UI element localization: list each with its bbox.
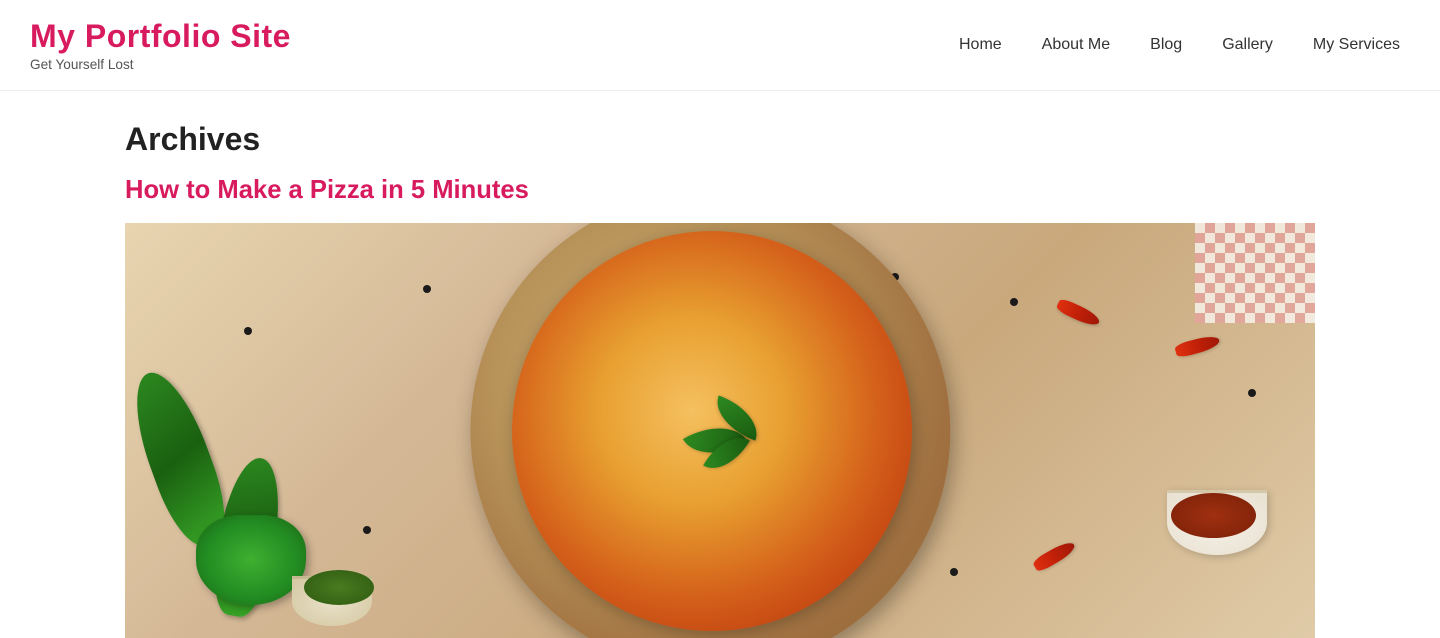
site-tagline: Get Yourself Lost	[30, 57, 291, 72]
chili-pepper	[1174, 334, 1221, 359]
site-branding: My Portfolio Site Get Yourself Lost	[30, 18, 291, 72]
nav-services[interactable]: My Services	[1313, 36, 1400, 54]
archives-heading: Archives	[125, 121, 1410, 158]
nav-gallery[interactable]: Gallery	[1222, 36, 1273, 54]
nav-about[interactable]: About Me	[1042, 36, 1110, 54]
site-title[interactable]: My Portfolio Site	[30, 18, 291, 55]
main-nav: Home About Me Blog Gallery My Services	[959, 36, 1400, 54]
peppercorn	[950, 568, 958, 576]
peppercorn	[244, 327, 252, 335]
nav-blog[interactable]: Blog	[1150, 36, 1182, 54]
peppercorn	[1248, 389, 1256, 397]
pizza-scene	[125, 223, 1315, 638]
chili-pepper	[1055, 297, 1102, 329]
nav-home[interactable]: Home	[959, 36, 1002, 54]
peppercorn	[363, 526, 371, 534]
post-title-link[interactable]: How to Make a Pizza in 5 Minutes	[125, 176, 1410, 205]
chili-pepper	[1032, 539, 1078, 574]
herbs	[304, 570, 374, 605]
peppercorn	[1010, 298, 1018, 306]
site-header: My Portfolio Site Get Yourself Lost Home…	[0, 0, 1440, 91]
peppercorn	[423, 285, 431, 293]
spice-content	[1171, 493, 1256, 538]
post-featured-image	[125, 223, 1315, 638]
bell-pepper	[196, 515, 306, 605]
pizza	[512, 231, 912, 631]
checkered-cloth	[1195, 223, 1315, 323]
main-content: Archives How to Make a Pizza in 5 Minute…	[0, 91, 1440, 638]
